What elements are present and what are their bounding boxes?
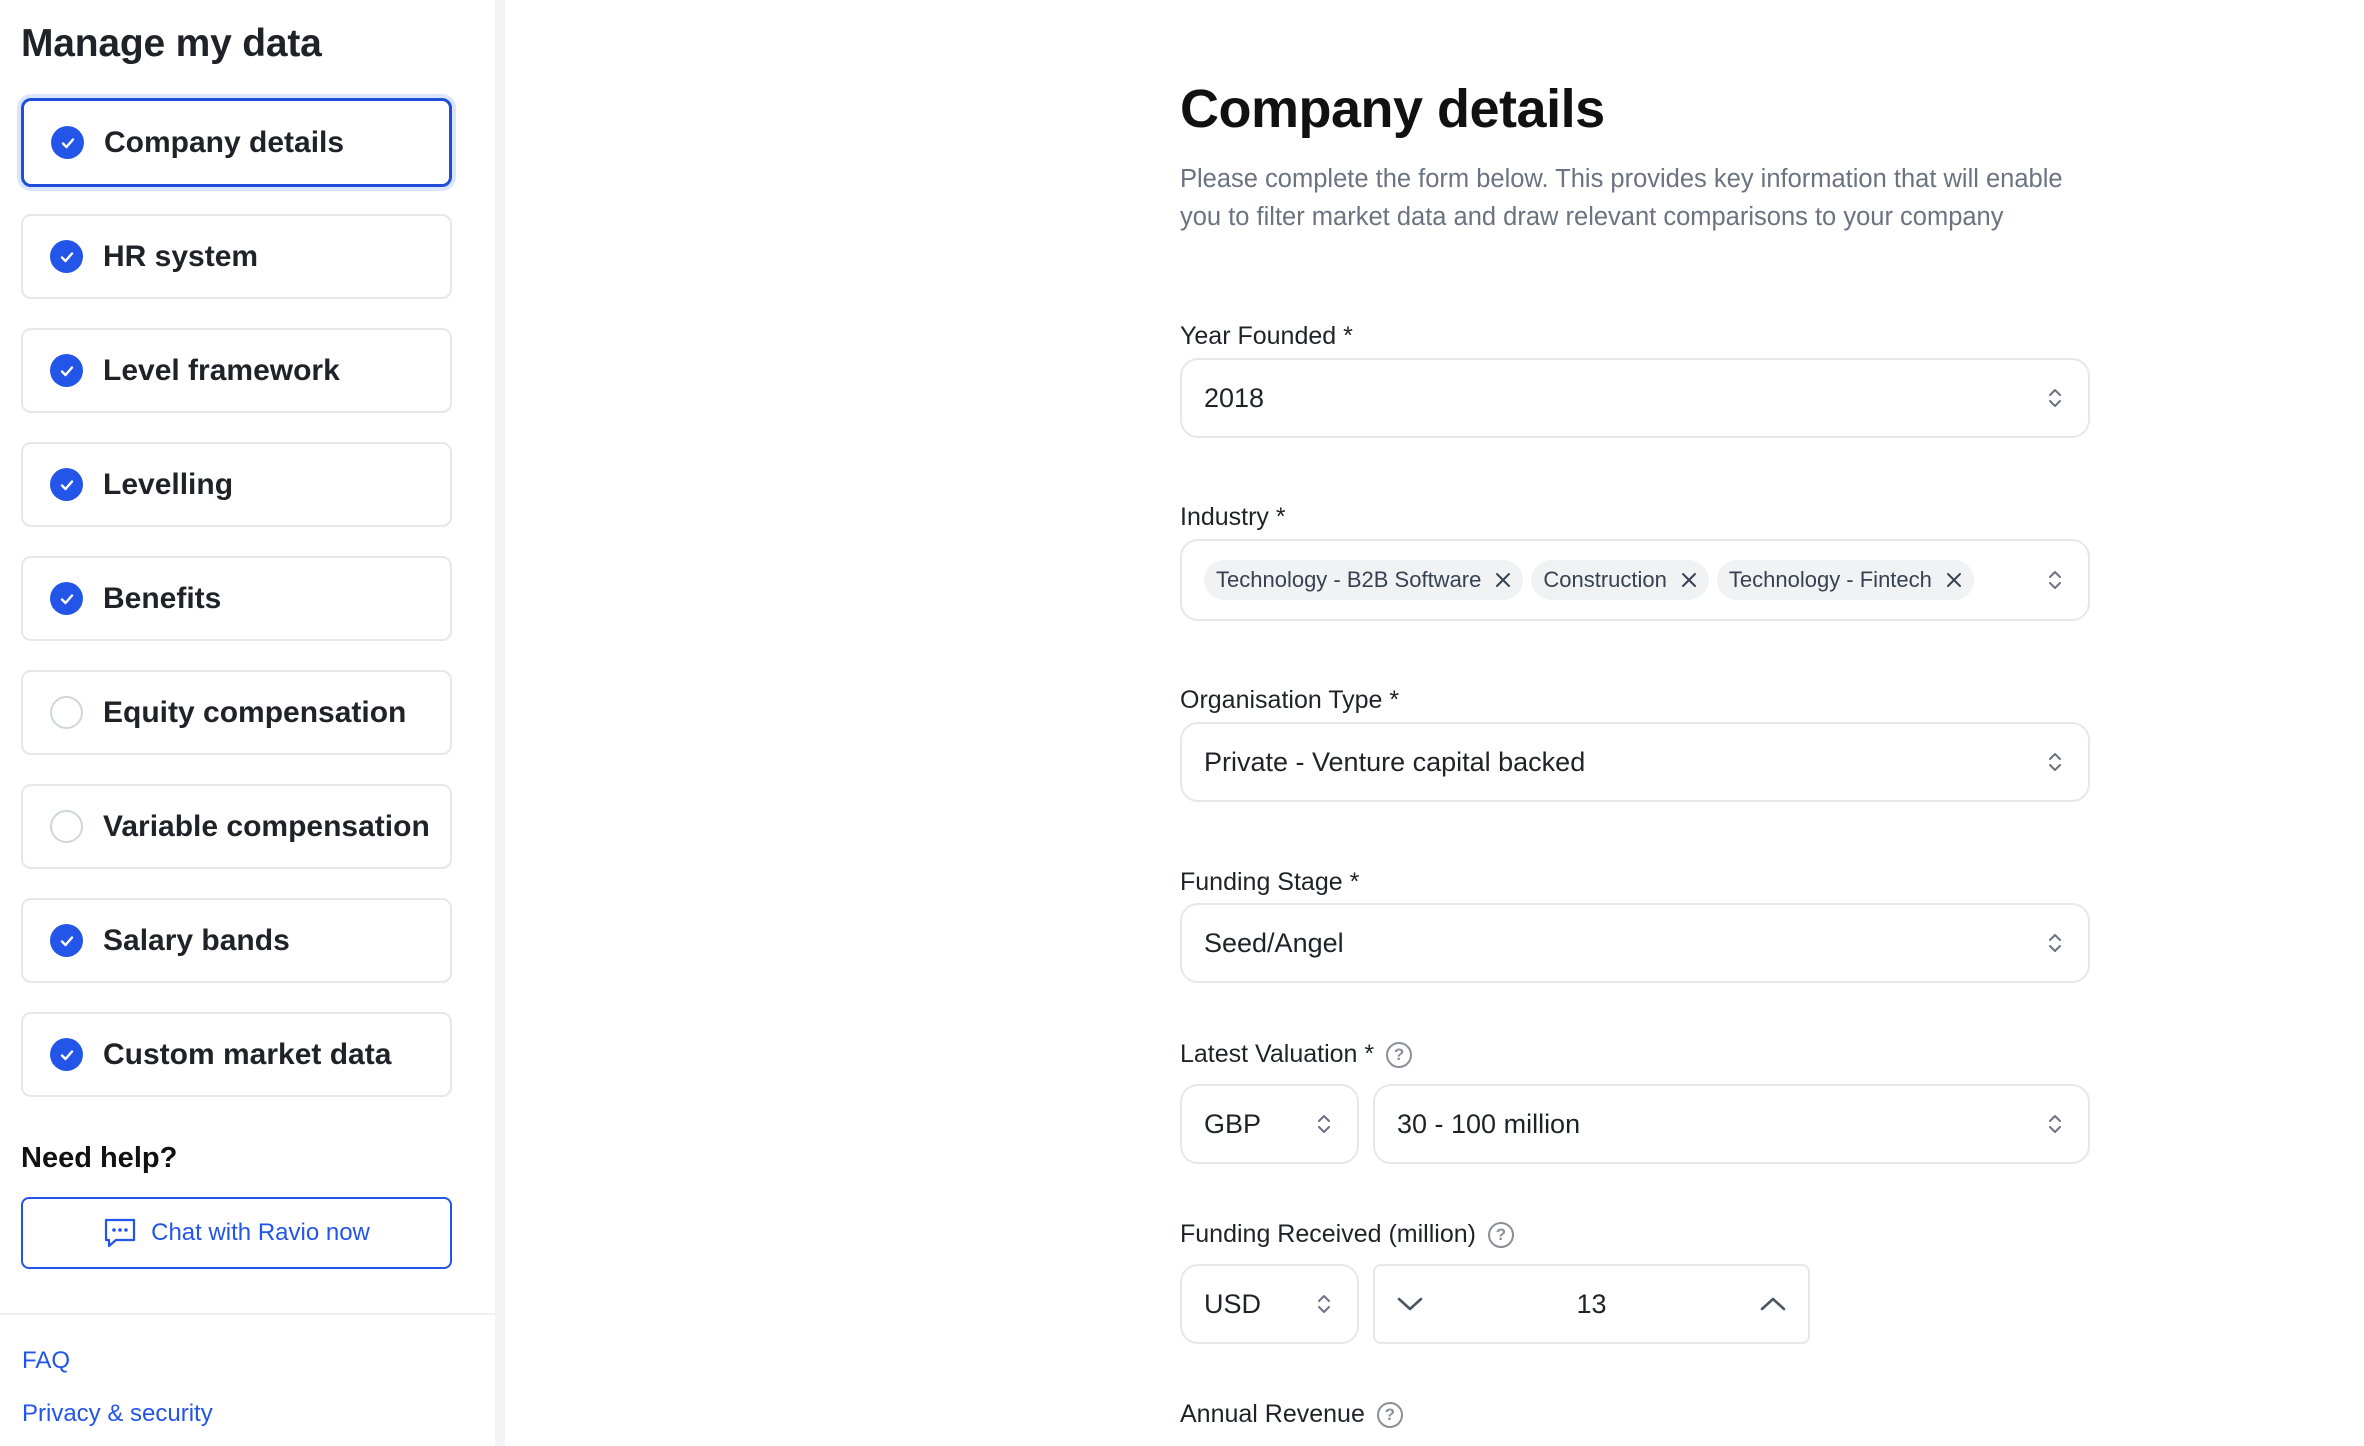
latest-valuation-label: Latest Valuation * ? bbox=[1180, 1040, 1413, 1069]
privacy-security-link[interactable]: Privacy & security bbox=[22, 1400, 213, 1428]
question-mark-icon[interactable]: ? bbox=[1376, 1401, 1403, 1428]
industry-label: Industry * bbox=[1180, 503, 1286, 531]
valuation-currency-value: GBP bbox=[1204, 1108, 1262, 1139]
funding-stage-label: Funding Stage * bbox=[1180, 868, 1360, 896]
remove-chip-icon[interactable] bbox=[1681, 572, 1697, 588]
industry-chip: Construction bbox=[1531, 560, 1709, 600]
sidebar-divider bbox=[495, 0, 505, 1446]
sidebar-item-label: Levelling bbox=[103, 467, 234, 501]
up-down-chevron-icon bbox=[1318, 1115, 1330, 1133]
page-title: Company details bbox=[1180, 79, 1605, 139]
page-description: Please complete the form below. This pro… bbox=[1180, 165, 2063, 231]
increment-button[interactable] bbox=[1738, 1266, 1808, 1342]
industry-chip: Technology - Fintech bbox=[1716, 560, 1974, 600]
funding-stage-select[interactable]: Seed/Angel bbox=[1180, 903, 2090, 983]
up-down-chevron-icon bbox=[2049, 389, 2061, 407]
year-founded-value: 2018 bbox=[1204, 382, 1265, 413]
annual-revenue-label: Annual Revenue ? bbox=[1180, 1400, 1403, 1429]
chat-with-ravio-button[interactable]: Chat with Ravio now bbox=[21, 1197, 452, 1269]
funding-amount-stepper[interactable]: 13 bbox=[1373, 1264, 1810, 1344]
up-down-chevron-icon bbox=[2049, 753, 2061, 771]
valuation-currency-select[interactable]: GBP bbox=[1180, 1084, 1359, 1164]
sidebar-item-benefits[interactable]: Benefits bbox=[21, 556, 452, 641]
sidebar-item-hr-system[interactable]: HR system bbox=[21, 214, 452, 299]
latest-valuation-label-text: Latest Valuation * bbox=[1180, 1040, 1375, 1068]
sidebar-item-levelling[interactable]: Levelling bbox=[21, 442, 452, 527]
organisation-type-value: Private - Venture capital backed bbox=[1204, 746, 1586, 777]
organisation-type-label: Organisation Type * bbox=[1180, 686, 1400, 714]
valuation-range-value: 30 - 100 million bbox=[1397, 1108, 1581, 1139]
check-circle-icon bbox=[50, 354, 83, 387]
sidebar-item-label: Variable compensation bbox=[103, 809, 430, 843]
chevron-up-icon bbox=[1760, 1297, 1786, 1311]
up-down-chevron-icon bbox=[2049, 571, 2061, 589]
sidebar: Manage my data Company details HR system… bbox=[0, 0, 495, 1446]
industry-multiselect[interactable]: Technology - B2B Software Construction T… bbox=[1180, 539, 2090, 621]
check-circle-icon bbox=[50, 1038, 83, 1071]
sidebar-item-company-details[interactable]: Company details bbox=[21, 98, 452, 187]
chip-label: Technology - B2B Software bbox=[1216, 567, 1482, 592]
sidebar-item-variable-compensation[interactable]: Variable compensation bbox=[21, 784, 452, 869]
chat-button-label: Chat with Ravio now bbox=[151, 1219, 370, 1246]
sidebar-item-label: Salary bands bbox=[103, 923, 290, 957]
up-down-chevron-icon bbox=[2049, 934, 2061, 952]
funding-received-label: Funding Received (million) ? bbox=[1180, 1220, 1514, 1249]
check-circle-icon bbox=[50, 924, 83, 957]
sidebar-item-label: Benefits bbox=[103, 581, 222, 615]
chip-label: Technology - Fintech bbox=[1728, 567, 1932, 592]
funding-currency-value: USD bbox=[1204, 1288, 1262, 1319]
remove-chip-icon[interactable] bbox=[1946, 572, 1962, 588]
funding-stage-value: Seed/Angel bbox=[1204, 927, 1344, 958]
sidebar-item-label: HR system bbox=[103, 239, 259, 273]
valuation-range-select[interactable]: 30 - 100 million bbox=[1373, 1084, 2090, 1164]
nav-list: Company details HR system Level framewor… bbox=[21, 98, 452, 1126]
organisation-type-select[interactable]: Private - Venture capital backed bbox=[1180, 722, 2090, 802]
need-help-heading: Need help? bbox=[21, 1142, 178, 1174]
up-down-chevron-icon bbox=[1318, 1295, 1330, 1313]
question-mark-icon[interactable]: ? bbox=[1487, 1221, 1514, 1248]
sidebar-item-level-framework[interactable]: Level framework bbox=[21, 328, 452, 413]
industry-chip: Technology - B2B Software bbox=[1204, 560, 1524, 600]
year-founded-label: Year Founded * bbox=[1180, 322, 1353, 350]
chip-label: Construction bbox=[1543, 567, 1667, 592]
faq-link[interactable]: FAQ bbox=[22, 1347, 70, 1375]
chevron-down-icon bbox=[1397, 1297, 1423, 1311]
check-circle-icon bbox=[50, 468, 83, 501]
sidebar-item-label: Company details bbox=[104, 125, 345, 159]
check-circle-icon bbox=[50, 240, 83, 273]
funding-received-label-text: Funding Received (million) bbox=[1180, 1220, 1476, 1248]
annual-revenue-label-text: Annual Revenue bbox=[1180, 1400, 1365, 1428]
sidebar-item-salary-bands[interactable]: Salary bands bbox=[21, 898, 452, 983]
chat-bubble-icon bbox=[105, 1218, 136, 1248]
empty-circle-icon bbox=[50, 810, 83, 843]
sidebar-item-label: Level framework bbox=[103, 353, 340, 387]
sidebar-item-custom-market-data[interactable]: Custom market data bbox=[21, 1012, 452, 1097]
sidebar-item-label: Custom market data bbox=[103, 1037, 392, 1071]
sidebar-separator bbox=[0, 1313, 495, 1315]
up-down-chevron-icon bbox=[2049, 1115, 2061, 1133]
sidebar-item-equity-compensation[interactable]: Equity compensation bbox=[21, 670, 452, 755]
question-mark-icon[interactable]: ? bbox=[1386, 1041, 1413, 1068]
funding-amount-value[interactable]: 13 bbox=[1576, 1289, 1606, 1320]
empty-circle-icon bbox=[50, 696, 83, 729]
check-circle-icon bbox=[50, 582, 83, 615]
sidebar-title: Manage my data bbox=[21, 22, 322, 65]
check-circle-icon bbox=[51, 126, 84, 159]
sidebar-item-label: Equity compensation bbox=[103, 695, 407, 729]
year-founded-select[interactable]: 2018 bbox=[1180, 358, 2090, 438]
remove-chip-icon[interactable] bbox=[1495, 572, 1511, 588]
funding-currency-select[interactable]: USD bbox=[1180, 1264, 1359, 1344]
decrement-button[interactable] bbox=[1375, 1266, 1445, 1342]
